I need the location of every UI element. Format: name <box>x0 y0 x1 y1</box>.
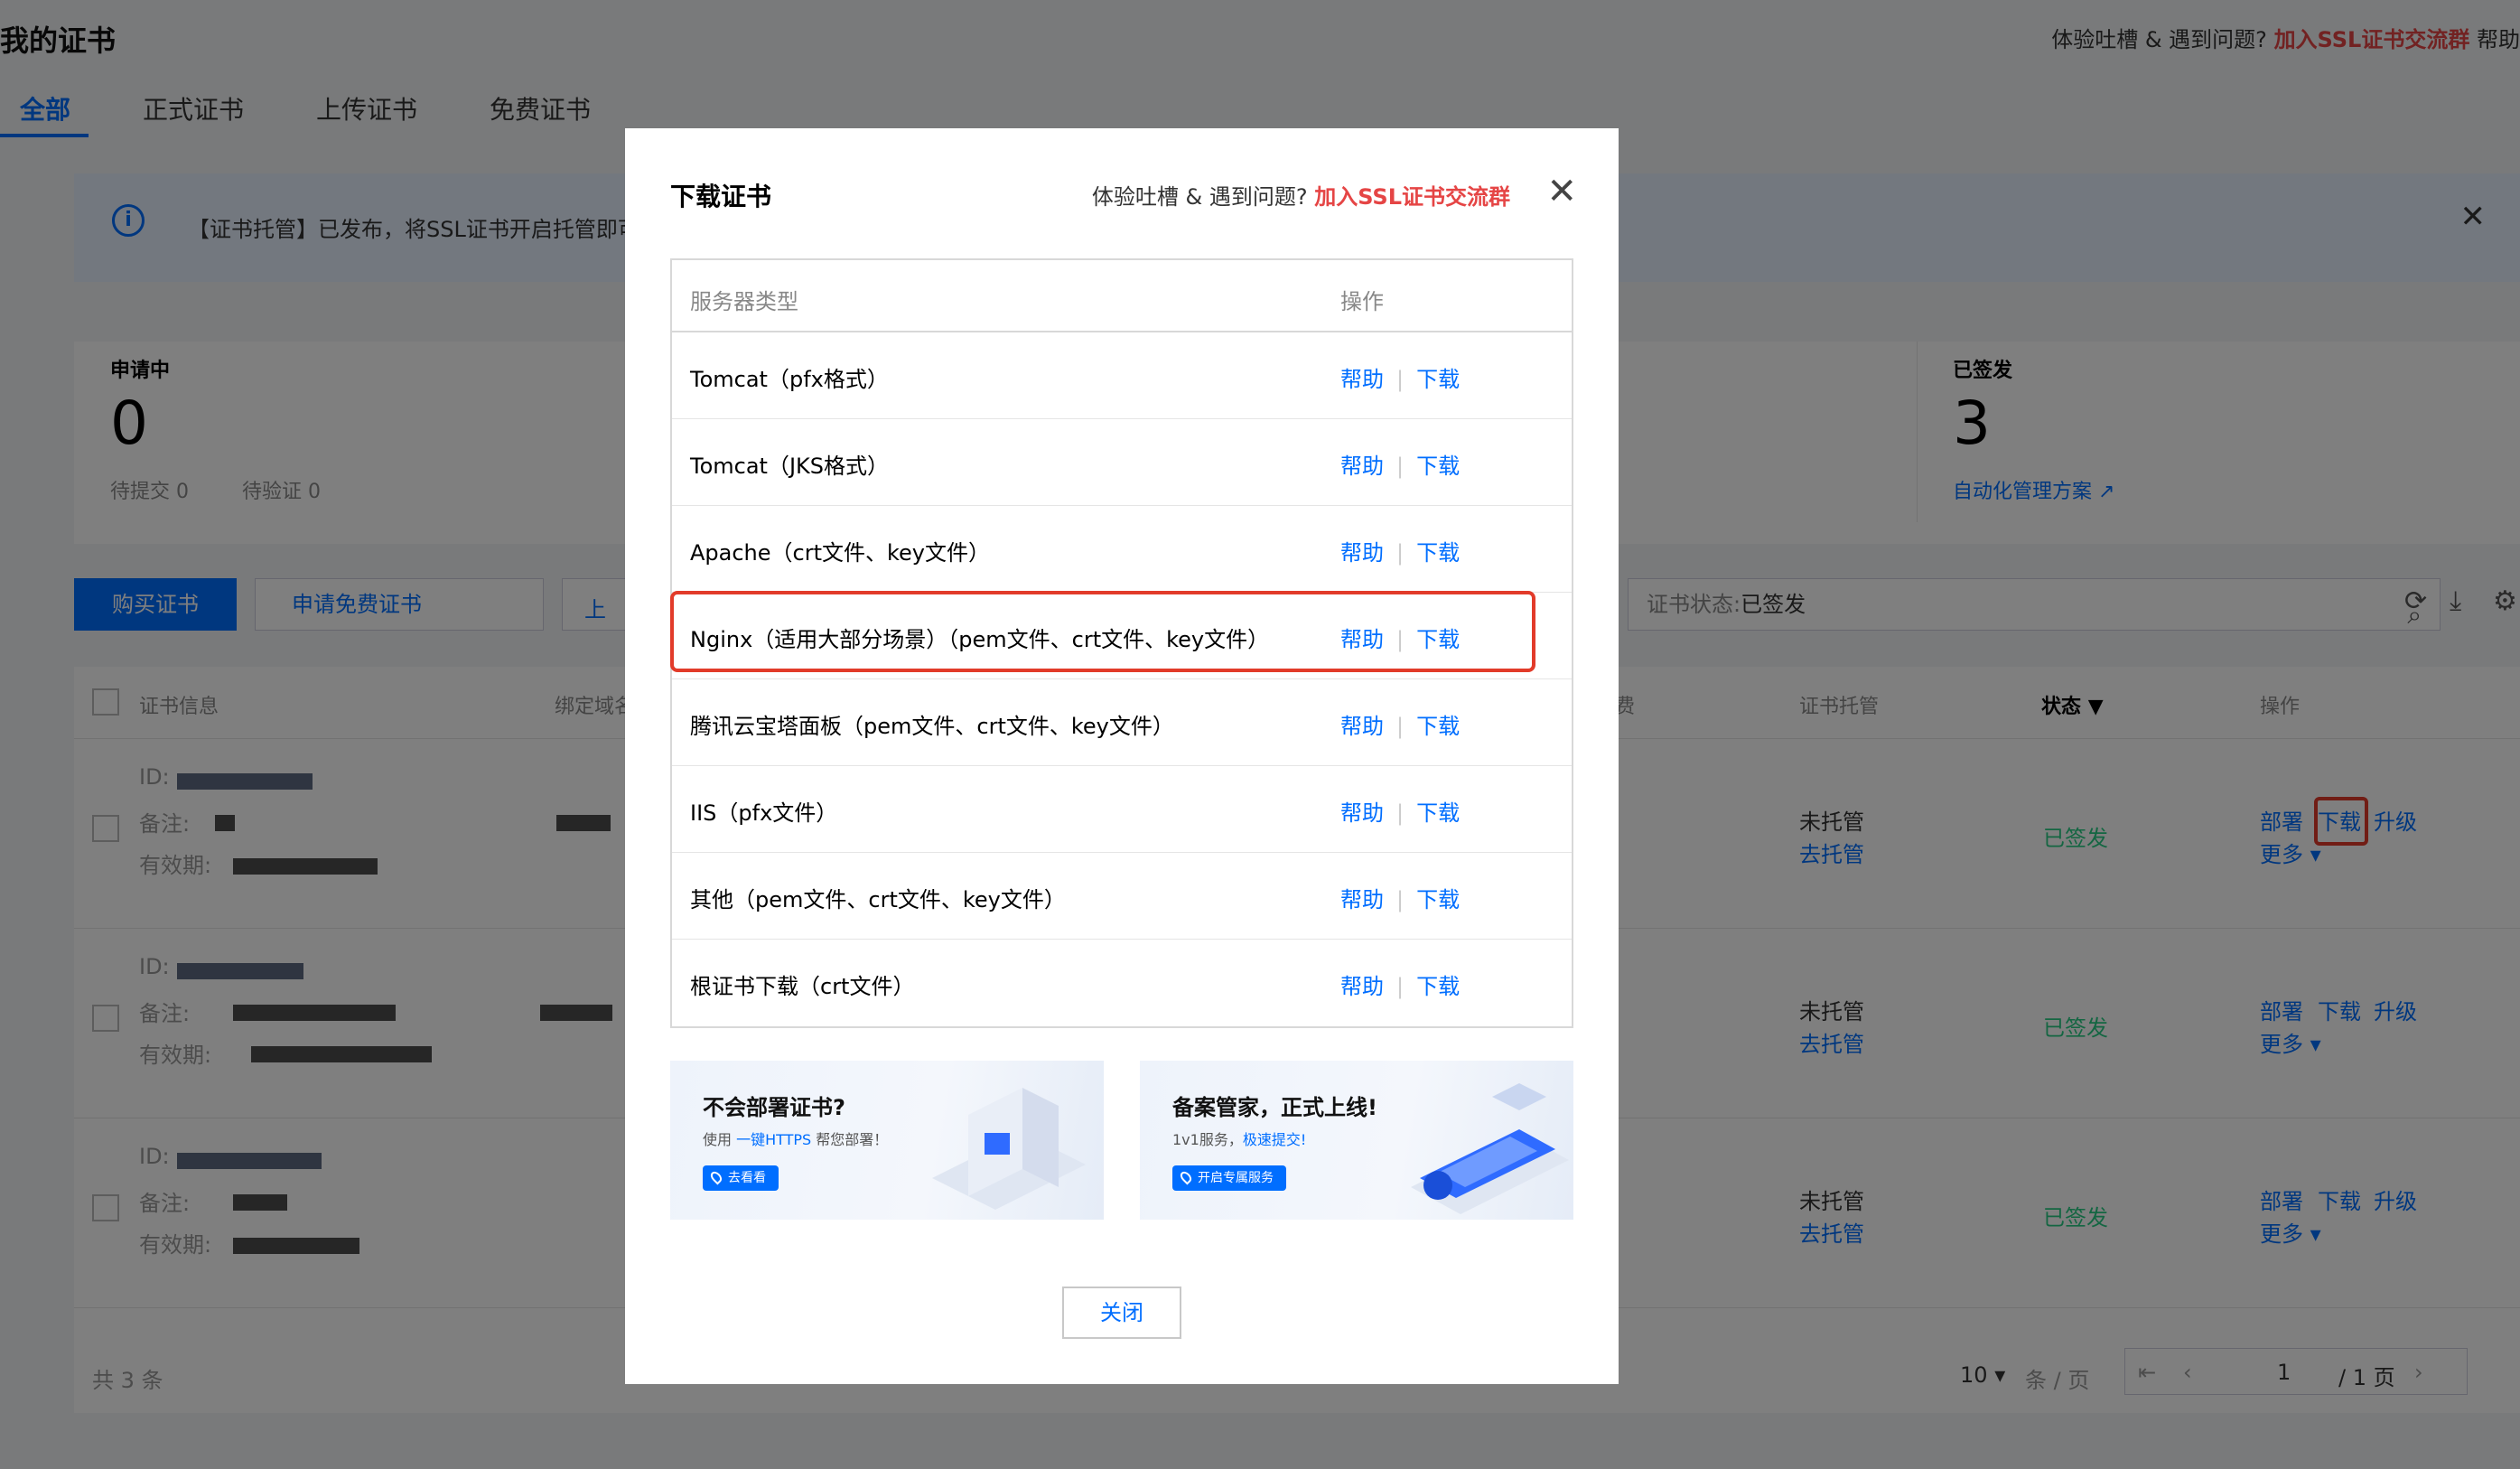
server-row-ops: 帮助 | 下载 <box>1340 454 1461 479</box>
server-row-ops: 帮助 | 下载 <box>1340 887 1461 912</box>
server-row: Tomcat（JKS格式） 帮助 | 下载 <box>672 419 1572 506</box>
download-link[interactable]: 下载 <box>1416 974 1460 999</box>
banner-title: 备案管家，正式上线! <box>1172 1095 1377 1120</box>
server-row: 其他（pem文件、crt文件、key文件） 帮助 | 下载 <box>672 853 1572 940</box>
server-row-ops: 帮助 | 下载 <box>1340 974 1461 999</box>
server-type-name: 其他（pem文件、crt文件、key文件） <box>690 887 1066 912</box>
server-illustration-icon <box>932 1088 1086 1210</box>
dialog-help: 体验吐槽 & 遇到问题? 加入SSL证书交流群 <box>1091 184 1510 210</box>
banner-button[interactable]: 去看看 <box>703 1165 779 1191</box>
help-link[interactable]: 帮助 <box>1340 454 1384 479</box>
download-link[interactable]: 下载 <box>1416 887 1460 912</box>
server-type-name: Apache（crt文件、key文件） <box>690 540 991 566</box>
server-row-ops: 帮助 | 下载 <box>1340 714 1461 739</box>
banner-subtitle: 1v1服务，极速提交! <box>1172 1131 1307 1148</box>
server-type-name: Tomcat（JKS格式） <box>690 454 890 479</box>
help-link[interactable]: 帮助 <box>1340 540 1384 566</box>
server-row: Apache（crt文件、key文件） 帮助 | 下载 <box>672 506 1572 593</box>
col-server-type: 服务器类型 <box>690 289 798 314</box>
download-link[interactable]: 下载 <box>1416 800 1460 826</box>
close-button[interactable]: 关闭 <box>1062 1287 1181 1339</box>
banner-title: 不会部署证书? <box>703 1095 845 1120</box>
help-link[interactable]: 帮助 <box>1340 974 1384 999</box>
server-row-ops: 帮助 | 下载 <box>1340 367 1461 392</box>
download-link[interactable]: 下载 <box>1416 367 1460 392</box>
server-type-name: Tomcat（pfx格式） <box>690 367 889 392</box>
server-row: 腾讯云宝塔面板（pem文件、crt文件、key文件） 帮助 | 下载 <box>672 679 1572 766</box>
deploy-help-banner[interactable]: 不会部署证书? 使用 一键HTTPS 帮您部署！ 去看看 <box>670 1061 1104 1220</box>
dialog-join-group-link[interactable]: 加入SSL证书交流群 <box>1314 184 1510 210</box>
server-type-name: IIS（pfx文件） <box>690 800 838 826</box>
download-certificate-dialog: 下载证书 体验吐槽 & 遇到问题? 加入SSL证书交流群 ✕ 服务器类型 操作 … <box>625 128 1619 1384</box>
download-link[interactable]: 下载 <box>1416 540 1460 566</box>
dialog-title: 下载证书 <box>670 182 772 211</box>
nginx-row-highlight <box>670 591 1535 672</box>
help-link[interactable]: 帮助 <box>1340 800 1384 826</box>
server-table-header: 服务器类型 操作 <box>672 260 1572 332</box>
banner-subtitle: 使用 一键HTTPS 帮您部署！ <box>703 1131 889 1148</box>
banner-button[interactable]: 开启专属服务 <box>1172 1165 1286 1191</box>
server-row-ops: 帮助 | 下载 <box>1340 540 1461 566</box>
help-link[interactable]: 帮助 <box>1340 887 1384 912</box>
help-link[interactable]: 帮助 <box>1340 714 1384 739</box>
icp-card-illustration-icon <box>1411 1083 1569 1214</box>
server-type-name: 腾讯云宝塔面板（pem文件、crt文件、key文件） <box>690 714 1174 739</box>
server-row-ops: 帮助 | 下载 <box>1340 800 1461 826</box>
close-icon[interactable]: ✕ <box>1546 173 1577 210</box>
server-row: Tomcat（pfx格式） 帮助 | 下载 <box>672 332 1572 419</box>
location-icon <box>1178 1169 1194 1185</box>
server-row: IIS（pfx文件） 帮助 | 下载 <box>672 766 1572 853</box>
col-ops: 操作 <box>1340 289 1384 314</box>
help-link[interactable]: 帮助 <box>1340 367 1384 392</box>
server-row: 根证书下载（crt文件） 帮助 | 下载 <box>672 940 1572 1026</box>
location-icon <box>708 1169 724 1185</box>
server-type-name: 根证书下载（crt文件） <box>690 974 915 999</box>
download-link[interactable]: 下载 <box>1416 714 1460 739</box>
icp-filing-banner[interactable]: 备案管家，正式上线! 1v1服务，极速提交! 开启专属服务 <box>1140 1061 1573 1220</box>
download-link[interactable]: 下载 <box>1416 454 1460 479</box>
